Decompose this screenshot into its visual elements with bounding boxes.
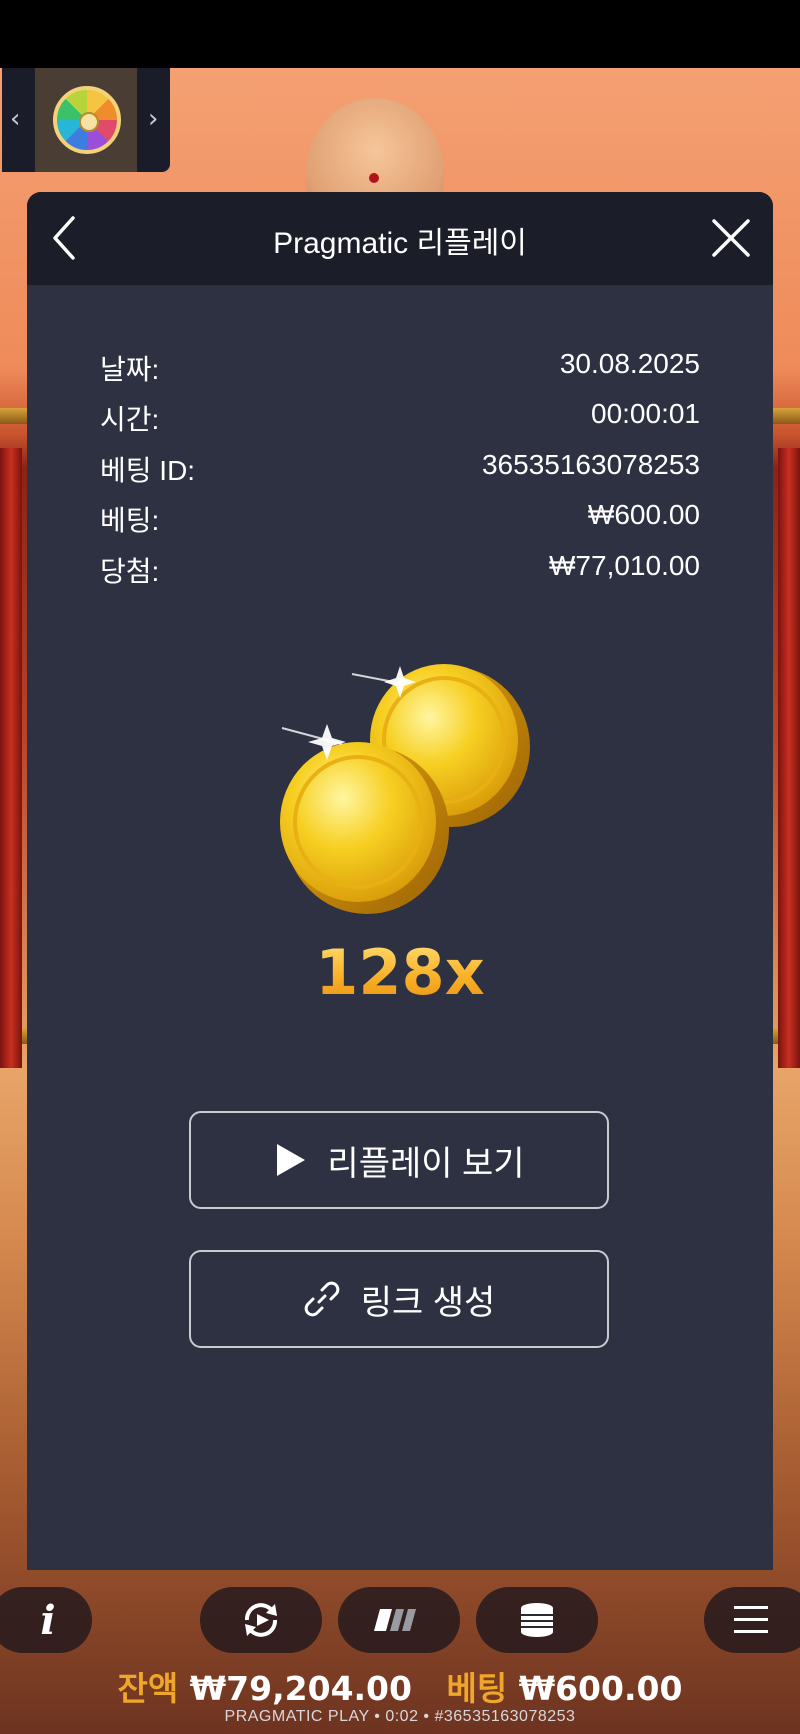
watch-replay-button[interactable]: 리플레이 보기	[189, 1111, 609, 1209]
bet-value: ₩600.00	[518, 1669, 683, 1708]
modal-title: Pragmatic 리플레이	[273, 227, 527, 260]
temple-pillar	[778, 448, 800, 1068]
date-row: 날짜: 30.08.2025	[100, 348, 700, 388]
bet-value: ₩600.00	[587, 499, 700, 530]
autoplay-icon	[245, 1603, 277, 1637]
link-icon	[303, 1280, 341, 1318]
monk-forehead-dot	[369, 173, 379, 183]
turbo-icon	[374, 1609, 416, 1631]
create-link-label: 링크 생성	[360, 1283, 496, 1322]
watch-replay-label: 리플레이 보기	[327, 1144, 525, 1183]
game-footer: PRAGMATIC PLAY • 0:02 • #36535163078253	[224, 1708, 576, 1725]
balance-label: 잔액	[117, 1669, 179, 1708]
wheel-tile[interactable]	[35, 68, 137, 172]
chevron-left-icon[interactable]: ‹	[10, 104, 20, 134]
chevron-right-icon[interactable]: ›	[148, 104, 158, 134]
close-button[interactable]	[705, 212, 757, 264]
balance-bet-line: 잔액 ₩79,204.00 베팅 ₩600.00	[0, 1662, 800, 1710]
win-label: 당첨:	[100, 556, 160, 587]
bet-settings-button[interactable]	[476, 1587, 598, 1653]
win-multiplier: 128x	[27, 936, 773, 1009]
bet-id-row: 베팅 ID: 36535163078253	[100, 449, 700, 489]
bet-id-value: 36535163078253	[481, 449, 700, 480]
turbo-button[interactable]	[338, 1587, 460, 1653]
date-label: 날짜:	[100, 354, 160, 385]
bet-label: 베팅	[446, 1669, 508, 1708]
gold-coins-icon	[280, 664, 530, 914]
menu-button[interactable]	[704, 1587, 800, 1653]
fortune-wheel-icon	[53, 86, 121, 154]
autoplay-button[interactable]	[200, 1587, 322, 1653]
menu-icon	[734, 1606, 768, 1633]
wheel-hub	[79, 112, 99, 132]
bet-row: 베팅: ₩600.00	[100, 499, 700, 539]
bet-label: 베팅:	[100, 505, 160, 536]
coins-stack-icon	[521, 1603, 553, 1637]
replay-modal: Pragmatic 리플레이 날짜: 30.08.2025 시간: 00:00:…	[27, 192, 773, 1570]
win-row: 당첨: ₩77,010.00	[100, 550, 700, 590]
modal-header: Pragmatic 리플레이	[27, 192, 773, 285]
play-icon	[273, 1142, 307, 1178]
date-value: 30.08.2025	[559, 348, 700, 379]
game-selector: ‹ ›	[2, 68, 170, 172]
info-icon: i	[40, 1596, 56, 1644]
time-label: 시간:	[100, 404, 160, 435]
temple-pillar	[0, 448, 22, 1068]
info-button[interactable]: i	[0, 1587, 92, 1653]
create-link-button[interactable]: 링크 생성	[189, 1250, 609, 1348]
time-row: 시간: 00:00:01	[100, 398, 700, 438]
bet-id-label: 베팅 ID:	[100, 455, 196, 486]
win-value: ₩77,010.00	[549, 550, 700, 581]
time-value: 00:00:01	[591, 398, 700, 429]
balance-value: ₩79,204.00	[189, 1669, 412, 1708]
close-icon	[712, 219, 750, 257]
